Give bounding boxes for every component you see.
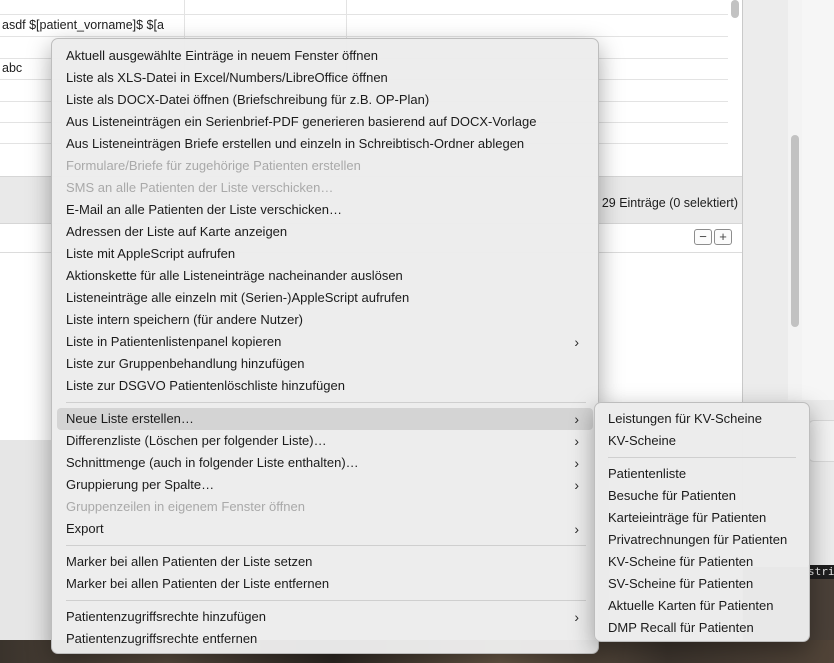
menu-item-label: Liste mit AppleScript aufrufen (66, 246, 236, 261)
menu-item-action-chain[interactable]: Aktionskette für alle Listeneinträge nac… (57, 265, 593, 287)
menu-item-open-docx[interactable]: Liste als DOCX-Datei öffnen (Briefschrei… (57, 89, 593, 111)
menu-item-intersection[interactable]: Schnittmenge (auch in folgender Liste en… (57, 452, 593, 474)
menu-item-label: Formulare/Briefe für zugehörige Patiente… (66, 158, 361, 173)
menu-item-remove-access-rights[interactable]: Patientenzugriffsrechte entfernen (57, 628, 593, 650)
menu-item-open-group-rows: Gruppenzeilen in eigenem Fenster öffnen (57, 496, 593, 518)
panel-scrollbar-thumb[interactable] (791, 135, 799, 327)
new-list-submenu: Leistungen für KV-Scheine KV-Scheine Pat… (594, 402, 810, 642)
menu-item-label: Aus Listeneinträgen ein Serienbrief-PDF … (66, 114, 537, 129)
side-popover (808, 420, 834, 462)
menu-item-show-map[interactable]: Adressen der Liste auf Karte anzeigen (57, 221, 593, 243)
submenu-item-private-invoices[interactable]: Privatrechnungen für Patienten (600, 529, 804, 551)
menu-item-set-marker[interactable]: Marker bei allen Patienten der Liste set… (57, 551, 593, 573)
table-scrollbar-thumb[interactable] (731, 0, 739, 18)
menu-item-label: Patientenzugriffsrechte entfernen (66, 631, 258, 646)
submenu-item-record-entries[interactable]: Karteieinträge für Patienten (600, 507, 804, 529)
menu-item-label: Aktionskette für alle Listeneinträge nac… (66, 268, 403, 283)
menu-item-serial-applescript[interactable]: Listeneinträge alle einzeln mit (Serien-… (57, 287, 593, 309)
submenu-item-label: Karteieinträge für Patienten (608, 510, 767, 525)
table-cell: abc (2, 61, 23, 75)
menu-item-label: Listeneinträge alle einzeln mit (Serien-… (66, 290, 410, 305)
submenu-item-label: Leistungen für KV-Scheine (608, 411, 762, 426)
chevron-right-icon: › (574, 609, 579, 625)
menu-item-label: Differenzliste (Löschen per folgender Li… (66, 433, 327, 448)
submenu-item-label: KV-Scheine für Patienten (608, 554, 754, 569)
menu-item-label: Liste zur DSGVO Patientenlöschliste hinz… (66, 378, 345, 393)
add-remove-buttons: − + (694, 228, 734, 245)
menu-item-copy-to-panel[interactable]: Liste in Patientenlistenpanel kopieren › (57, 331, 593, 353)
menu-item-difference-list[interactable]: Differenzliste (Löschen per folgender Li… (57, 430, 593, 452)
table-row[interactable] (0, 0, 728, 15)
menu-item-send-email[interactable]: E-Mail an alle Patienten der Liste versc… (57, 199, 593, 221)
menu-item-label: Patientenzugriffsrechte hinzufügen (66, 609, 266, 624)
menu-item-add-access-rights[interactable]: Patientenzugriffsrechte hinzufügen › (57, 606, 593, 628)
submenu-item-label: Besuche für Patienten (608, 488, 736, 503)
menu-item-new-list[interactable]: Neue Liste erstellen… › (57, 408, 593, 430)
menu-item-group-treatment[interactable]: Liste zur Gruppenbehandlung hinzufügen (57, 353, 593, 375)
menu-item-label: Liste als DOCX-Datei öffnen (Briefschrei… (66, 92, 430, 107)
submenu-item-sv-scheine-patients[interactable]: SV-Scheine für Patienten (600, 573, 804, 595)
menu-item-create-forms: Formulare/Briefe für zugehörige Patiente… (57, 155, 593, 177)
menu-item-label: Liste in Patientenlistenpanel kopieren (66, 334, 282, 349)
submenu-item-label: Aktuelle Karten für Patienten (608, 598, 774, 613)
menu-item-group-by-column[interactable]: Gruppierung per Spalte… › (57, 474, 593, 496)
menu-item-send-sms: SMS an alle Patienten der Liste verschic… (57, 177, 593, 199)
submenu-item-label: KV-Scheine (608, 433, 676, 448)
menu-item-label: Adressen der Liste auf Karte anzeigen (66, 224, 288, 239)
menu-separator (66, 402, 586, 403)
table-row[interactable]: asdf $[patient_vorname]$ $[a (0, 15, 728, 37)
menu-item-label: Schnittmenge (auch in folgender Liste en… (66, 455, 359, 470)
menu-item-label: Liste zur Gruppenbehandlung hinzufügen (66, 356, 305, 371)
menu-item-label: E-Mail an alle Patienten der Liste versc… (66, 202, 343, 217)
chevron-right-icon: › (574, 411, 579, 427)
context-menu: Aktuell ausgewählte Einträge in neuem Fe… (51, 38, 599, 654)
submenu-item-kv-scheine-patients[interactable]: KV-Scheine für Patienten (600, 551, 804, 573)
menu-separator (66, 545, 586, 546)
menu-item-serial-letter-pdf[interactable]: Aus Listeneinträgen ein Serienbrief-PDF … (57, 111, 593, 133)
menu-item-label: Aus Listeneinträgen Briefe erstellen und… (66, 136, 525, 151)
add-button[interactable]: + (714, 229, 732, 245)
chevron-right-icon: › (574, 455, 579, 471)
menu-item-label: Neue Liste erstellen… (66, 411, 194, 426)
chevron-right-icon: › (574, 334, 579, 350)
remove-button[interactable]: − (694, 229, 712, 245)
submenu-item-kv-services[interactable]: Leistungen für KV-Scheine (600, 408, 804, 430)
chevron-right-icon: › (574, 521, 579, 537)
menu-item-label: SMS an alle Patienten der Liste verschic… (66, 180, 334, 195)
menu-item-label: Gruppenzeilen in eigenem Fenster öffnen (66, 499, 305, 514)
chevron-right-icon: › (574, 477, 579, 493)
submenu-item-label: DMP Recall für Patienten (608, 620, 754, 635)
menu-item-remove-marker[interactable]: Marker bei allen Patienten der Liste ent… (57, 573, 593, 595)
submenu-item-kv-scheine[interactable]: KV-Scheine (600, 430, 804, 452)
menu-item-label: Marker bei allen Patienten der Liste set… (66, 554, 313, 569)
submenu-item-visits[interactable]: Besuche für Patienten (600, 485, 804, 507)
menu-separator (66, 600, 586, 601)
submenu-item-label: Privatrechnungen für Patienten (608, 532, 788, 547)
submenu-item-current-cards[interactable]: Aktuelle Karten für Patienten (600, 595, 804, 617)
menu-item-label: Liste als XLS-Datei in Excel/Numbers/Lib… (66, 70, 388, 85)
menu-item-label: Marker bei allen Patienten der Liste ent… (66, 576, 330, 591)
menu-item-label: Liste intern speichern (für andere Nutze… (66, 312, 304, 327)
menu-item-export[interactable]: Export › (57, 518, 593, 540)
entry-count: 29 Einträge (0 selektiert) (601, 196, 738, 210)
code-snippet: strin (808, 565, 834, 579)
menu-item-save-internal[interactable]: Liste intern speichern (für andere Nutze… (57, 309, 593, 331)
menu-item-gdpr-delete-list[interactable]: Liste zur DSGVO Patientenlöschliste hinz… (57, 375, 593, 397)
table-cell: asdf $[patient_vorname]$ $[a (2, 18, 164, 32)
submenu-item-label: SV-Scheine für Patienten (608, 576, 754, 591)
chevron-right-icon: › (574, 433, 579, 449)
menu-item-applescript[interactable]: Liste mit AppleScript aufrufen (57, 243, 593, 265)
menu-separator (608, 457, 796, 458)
submenu-item-label: Patientenliste (608, 466, 687, 481)
submenu-item-dmp-recall[interactable]: DMP Recall für Patienten (600, 617, 804, 639)
menu-item-label: Export (66, 521, 104, 536)
menu-item-label: Gruppierung per Spalte… (66, 477, 215, 492)
menu-item-letters-to-desktop[interactable]: Aus Listeneinträgen Briefe erstellen und… (57, 133, 593, 155)
menu-item-open-in-new-window[interactable]: Aktuell ausgewählte Einträge in neuem Fe… (57, 45, 593, 67)
submenu-item-patient-list[interactable]: Patientenliste (600, 463, 804, 485)
menu-item-open-xls[interactable]: Liste als XLS-Datei in Excel/Numbers/Lib… (57, 67, 593, 89)
menu-item-label: Aktuell ausgewählte Einträge in neuem Fe… (66, 48, 378, 63)
